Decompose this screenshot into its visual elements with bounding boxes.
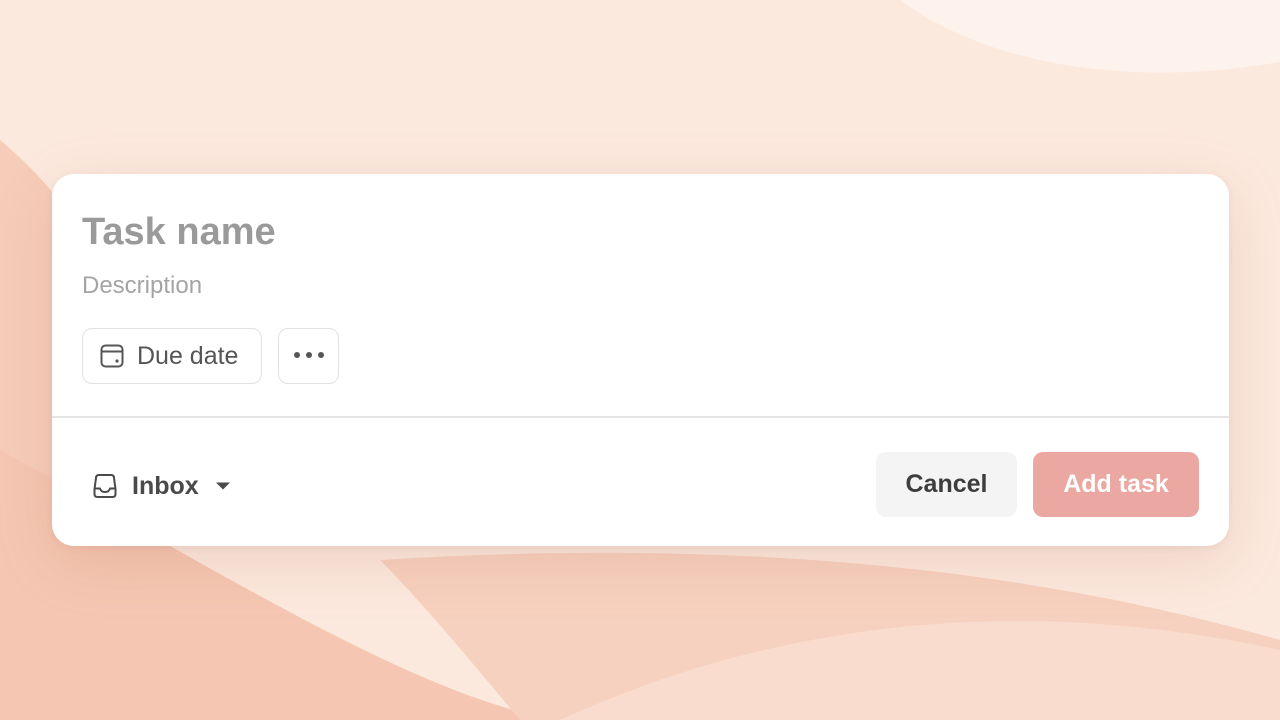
description-input[interactable] [82,268,1182,304]
calendar-icon [99,343,125,369]
cancel-button[interactable]: Cancel [876,452,1017,517]
add-task-button[interactable]: Add task [1033,452,1199,517]
due-date-button[interactable]: Due date [82,328,262,384]
due-date-label: Due date [137,341,239,370]
project-label: Inbox [132,471,199,500]
more-horizontal-icon [292,347,326,365]
project-selector[interactable]: Inbox [90,462,231,510]
caret-down-icon [215,481,231,491]
inbox-icon [90,471,120,501]
task-name-input[interactable] [82,206,1182,258]
add-task-card: Due date Inbox Cancel Add task [52,174,1229,546]
card-divider [52,416,1229,418]
more-options-button[interactable] [278,328,339,384]
